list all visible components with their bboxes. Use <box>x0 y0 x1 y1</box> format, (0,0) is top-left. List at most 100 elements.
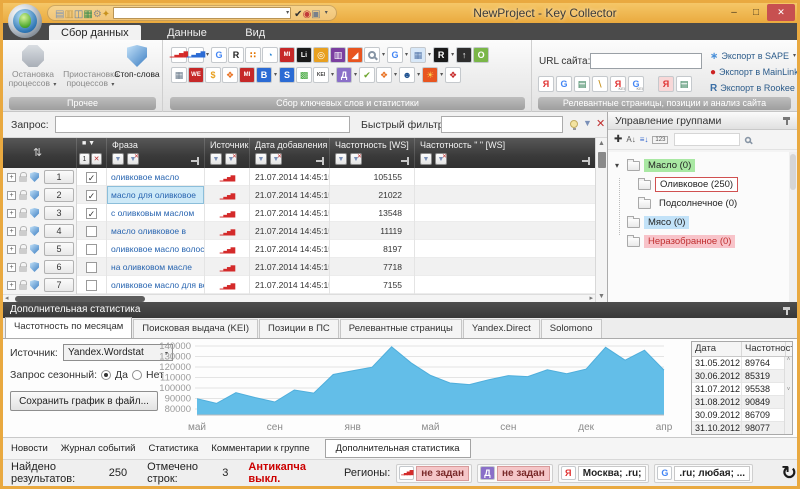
group-node[interactable]: Неразобранное (0) <box>608 232 790 251</box>
settings-gear-icon[interactable]: ⚙ <box>93 9 102 20</box>
group-label[interactable]: Неразобранное (0) <box>644 235 735 248</box>
save-chart-button[interactable]: Сохранить график в файл... <box>10 391 158 411</box>
export-data-icon[interactable]: ▦ <box>83 9 92 20</box>
stopword-shield-icon[interactable] <box>30 208 39 218</box>
check-one-icon[interactable]: 1 <box>79 153 90 165</box>
groups-search-input[interactable] <box>674 133 740 146</box>
mail-metrics-icon[interactable]: MI <box>279 47 295 63</box>
seasonal-no-radio[interactable] <box>132 370 142 380</box>
save-project-icon[interactable]: ◫ <box>74 9 83 20</box>
kei-dropdown-icon[interactable]: ▾ <box>331 72 334 78</box>
group-label[interactable]: Подсолнечное (0) <box>655 197 741 210</box>
row-checkbox[interactable] <box>86 262 97 273</box>
expand-row-icon[interactable]: + <box>7 263 16 272</box>
row-checkbox[interactable] <box>86 226 97 237</box>
seopult-s-icon[interactable]: S <box>279 67 295 83</box>
group-node[interactable]: Оливковое (250) <box>608 175 790 194</box>
stopwords-button[interactable]: Стоп-слова <box>111 45 163 79</box>
yandex-kei-icon[interactable]: ЯKEI <box>610 76 626 92</box>
search-suggest-icon[interactable] <box>364 47 380 63</box>
magic-wand-icon[interactable]: ✦ <box>102 9 110 20</box>
scroll-right-icon[interactable]: ▸ <box>589 294 593 302</box>
sun-service-icon[interactable]: ☀ <box>422 67 438 83</box>
pin-icon[interactable] <box>316 157 324 165</box>
rambler-stats-icon[interactable]: R <box>228 47 244 63</box>
filter-funnel-icon[interactable]: ▼ <box>583 118 592 128</box>
export-sape-link[interactable]: ∗Экспорт в SAPE▾ <box>710 48 796 64</box>
phrase-cell[interactable]: оливковое масло волосы <box>107 240 205 258</box>
frequency-table-row[interactable]: 30.09.201286709 <box>692 409 792 422</box>
broom-clear-icon[interactable]: ∖ <box>592 76 608 92</box>
minimize-button[interactable]: – <box>723 4 745 21</box>
open-project-icon[interactable]: ▥ <box>64 9 73 20</box>
red-service-icon[interactable]: ❖ <box>445 67 461 83</box>
grid-row-6[interactable]: +6на оливковом масле▁▃▅▇21.07.2014 14:45… <box>3 258 595 276</box>
row-number[interactable]: 6 <box>44 260 74 274</box>
tab-news[interactable]: Новости <box>11 443 48 454</box>
group-node[interactable]: ▾Масло (0) <box>608 156 790 175</box>
row-number[interactable]: 1 <box>44 170 74 184</box>
wordstat-region-group[interactable]: ▁▃▅▇не задан <box>396 464 472 483</box>
header-row-selector[interactable]: ⇅ <box>3 138 77 168</box>
globe-service-icon[interactable]: ◔ <box>262 47 278 63</box>
phrase-cell[interactable]: масло оливковое в <box>107 222 205 240</box>
expand-row-icon[interactable]: + <box>7 245 16 254</box>
header-frequency-quoted-ws[interactable]: Частотность " " [WS] ▼ ▼✕ <box>415 138 595 168</box>
grid-row-4[interactable]: +4масло оливковое в▁▃▅▇21.07.2014 14:45:… <box>3 222 595 240</box>
google-region-group[interactable]: G.ru; любая; ... <box>654 464 753 483</box>
spy-agent-icon[interactable]: ☻ <box>399 67 415 83</box>
row-checkbox[interactable]: ✓ <box>86 172 97 183</box>
header-source[interactable]: Источник ▼ ▼✕ <box>205 138 250 168</box>
phrase-cell[interactable]: оливковое масло <box>107 168 205 186</box>
frequency-table-row[interactable]: 31.08.201290849 <box>692 396 792 409</box>
stopword-shield-icon[interactable] <box>30 226 39 236</box>
begun-dropdown-icon[interactable]: ▾ <box>274 72 277 78</box>
google-suggest-dropdown-icon[interactable]: ▾ <box>405 52 408 58</box>
maximize-button[interactable]: □ <box>745 4 767 21</box>
tab-positions[interactable]: Позиции в ПС <box>259 319 339 338</box>
rambler-suggest-dropdown-icon[interactable]: ▾ <box>451 52 454 58</box>
pin-icon[interactable] <box>401 157 409 165</box>
quick-filter-input[interactable] <box>441 116 563 133</box>
pin-icon[interactable] <box>191 157 199 165</box>
filter-edit-icon[interactable]: ▼ <box>420 153 432 165</box>
direct-d-icon[interactable]: Д <box>336 67 352 83</box>
google-pages-icon[interactable]: G <box>556 76 572 92</box>
sort-icon[interactable]: ⇅ <box>33 146 42 159</box>
app-logo-orb[interactable] <box>8 4 42 38</box>
table-scrollbar[interactable]: ˄˅ <box>784 357 792 434</box>
adwords-dots-icon[interactable]: ∷ <box>245 47 261 63</box>
filter-clear-icon[interactable]: ▼✕ <box>350 153 362 165</box>
stopword-shield-icon[interactable] <box>30 190 39 200</box>
sort-count-button[interactable]: ≡↓ <box>640 135 649 144</box>
stop-processes-button[interactable]: Остановка процессов ▾ <box>7 45 59 88</box>
kei-icon[interactable]: KEI <box>313 67 329 83</box>
export-mainlink-link[interactable]: ●Экспорт в MainLink▾ <box>710 64 796 80</box>
expand-row-icon[interactable]: + <box>7 227 16 236</box>
group-label[interactable]: Масло (0) <box>644 159 695 172</box>
scroll-up-icon[interactable]: ▲ <box>598 140 605 147</box>
phrase-link[interactable]: масло для оливковое <box>111 190 196 200</box>
calculator-icon[interactable]: ▦ <box>171 67 187 83</box>
filter-edit-icon[interactable]: ▼ <box>210 153 222 165</box>
hand-parse-icon[interactable]: ❖ <box>222 67 238 83</box>
expand-row-icon[interactable]: + <box>7 209 16 218</box>
frequency-table-row[interactable]: 31.05.201289764 <box>692 357 792 370</box>
excel-export-icon[interactable]: ▤ <box>574 76 590 92</box>
filter-clear-icon[interactable]: ▼✕ <box>127 153 139 165</box>
check-all-icon[interactable]: ■ ▼ <box>82 140 95 147</box>
phrase-link[interactable]: на оливковом масле <box>111 262 192 272</box>
row-checkbox[interactable]: ✓ <box>86 190 97 201</box>
groups-scrollbar[interactable] <box>789 152 797 302</box>
stopword-shield-icon[interactable] <box>30 262 39 272</box>
hand-collect-dropdown-icon[interactable]: ▾ <box>394 72 397 78</box>
row-number[interactable]: 7 <box>44 278 74 292</box>
freq-col-header[interactable]: Частотность <box>742 342 786 356</box>
stats-orange-icon[interactable]: ◢ <box>347 47 363 63</box>
hand-collect-icon[interactable]: ❖ <box>376 67 392 83</box>
thumbs-up-icon[interactable]: ↑ <box>456 47 472 63</box>
add-group-button[interactable]: ✚ <box>614 134 622 145</box>
combobox-dropdown-icon[interactable]: ▾ <box>286 10 289 16</box>
hint-bulb-icon[interactable] <box>570 120 578 128</box>
filter-edit-icon[interactable]: ▼ <box>335 153 347 165</box>
